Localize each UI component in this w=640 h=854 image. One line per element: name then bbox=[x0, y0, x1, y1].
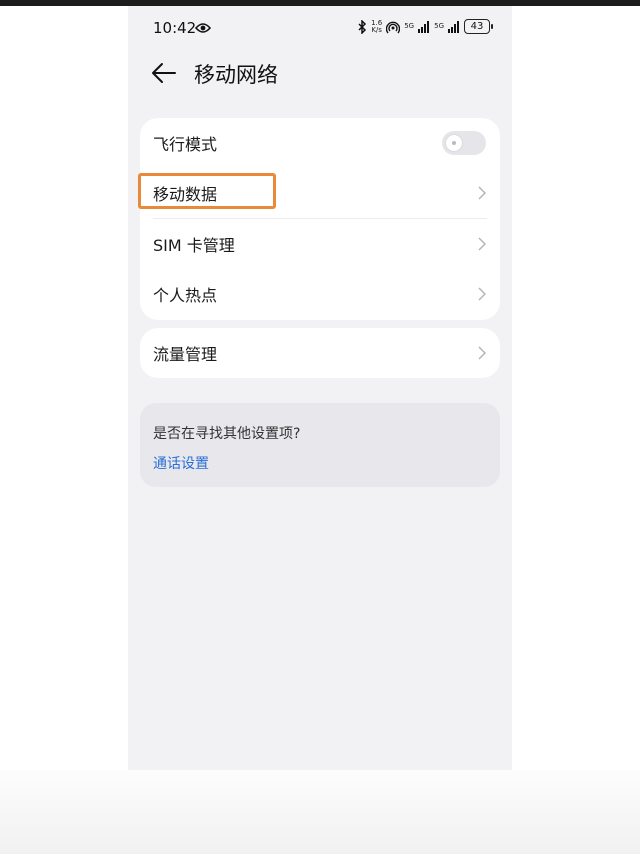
speed-unit: K/s bbox=[371, 25, 382, 34]
suggestion-card: 是否在寻找其他设置项? 通话设置 bbox=[140, 403, 500, 487]
data-usage-row[interactable]: 流量管理 bbox=[140, 328, 500, 378]
chevron-right-icon bbox=[478, 346, 486, 360]
network-settings-card: 飞行模式 移动数据 SIM 卡管理 个人热点 bbox=[140, 118, 500, 320]
chevron-right-icon bbox=[478, 237, 486, 251]
page-header: 移动网络 bbox=[128, 54, 512, 94]
personal-hotspot-row[interactable]: 个人热点 bbox=[140, 269, 500, 319]
chevron-right-icon bbox=[478, 186, 486, 200]
data-usage-label: 流量管理 bbox=[153, 345, 218, 364]
suggestion-question: 是否在寻找其他设置项? bbox=[153, 426, 301, 442]
status-bar: 10:42 1.6 K/s 5G 5G 43 bbox=[128, 6, 512, 50]
network-speed: 1.6 K/s bbox=[371, 19, 382, 34]
eye-icon bbox=[195, 23, 211, 33]
mobile-data-highlight-box bbox=[138, 173, 276, 209]
airplane-mode-label: 飞行模式 bbox=[153, 135, 218, 154]
sim-management-label: SIM 卡管理 bbox=[153, 236, 235, 255]
status-icons: 1.6 K/s 5G 5G 43 bbox=[358, 19, 493, 34]
battery-indicator: 43 bbox=[464, 19, 493, 34]
page-title: 移动网络 bbox=[194, 63, 278, 87]
hotspot-icon bbox=[386, 21, 401, 33]
bottom-fade bbox=[0, 770, 640, 854]
sim-management-row[interactable]: SIM 卡管理 bbox=[140, 219, 500, 269]
chevron-right-icon bbox=[478, 287, 486, 301]
toggle-dot bbox=[452, 141, 456, 145]
back-arrow-icon[interactable] bbox=[150, 62, 178, 84]
bluetooth-icon bbox=[358, 19, 367, 34]
signal-bars-icon bbox=[448, 20, 459, 33]
airplane-mode-row[interactable]: 飞行模式 bbox=[140, 118, 500, 168]
phone-screen: 10:42 1.6 K/s 5G 5G 43 移动网络 飞行模式 移动数据 SI… bbox=[128, 6, 512, 854]
call-settings-link[interactable]: 通话设置 bbox=[153, 453, 209, 473]
signal-2-label: 5G bbox=[434, 22, 444, 30]
signal-bars-icon bbox=[418, 20, 430, 33]
airplane-mode-toggle[interactable] bbox=[442, 131, 486, 155]
data-usage-card: 流量管理 bbox=[140, 328, 500, 378]
status-time: 10:42 bbox=[153, 19, 197, 37]
signal-1-label: 5G bbox=[404, 22, 415, 30]
personal-hotspot-label: 个人热点 bbox=[153, 286, 218, 305]
